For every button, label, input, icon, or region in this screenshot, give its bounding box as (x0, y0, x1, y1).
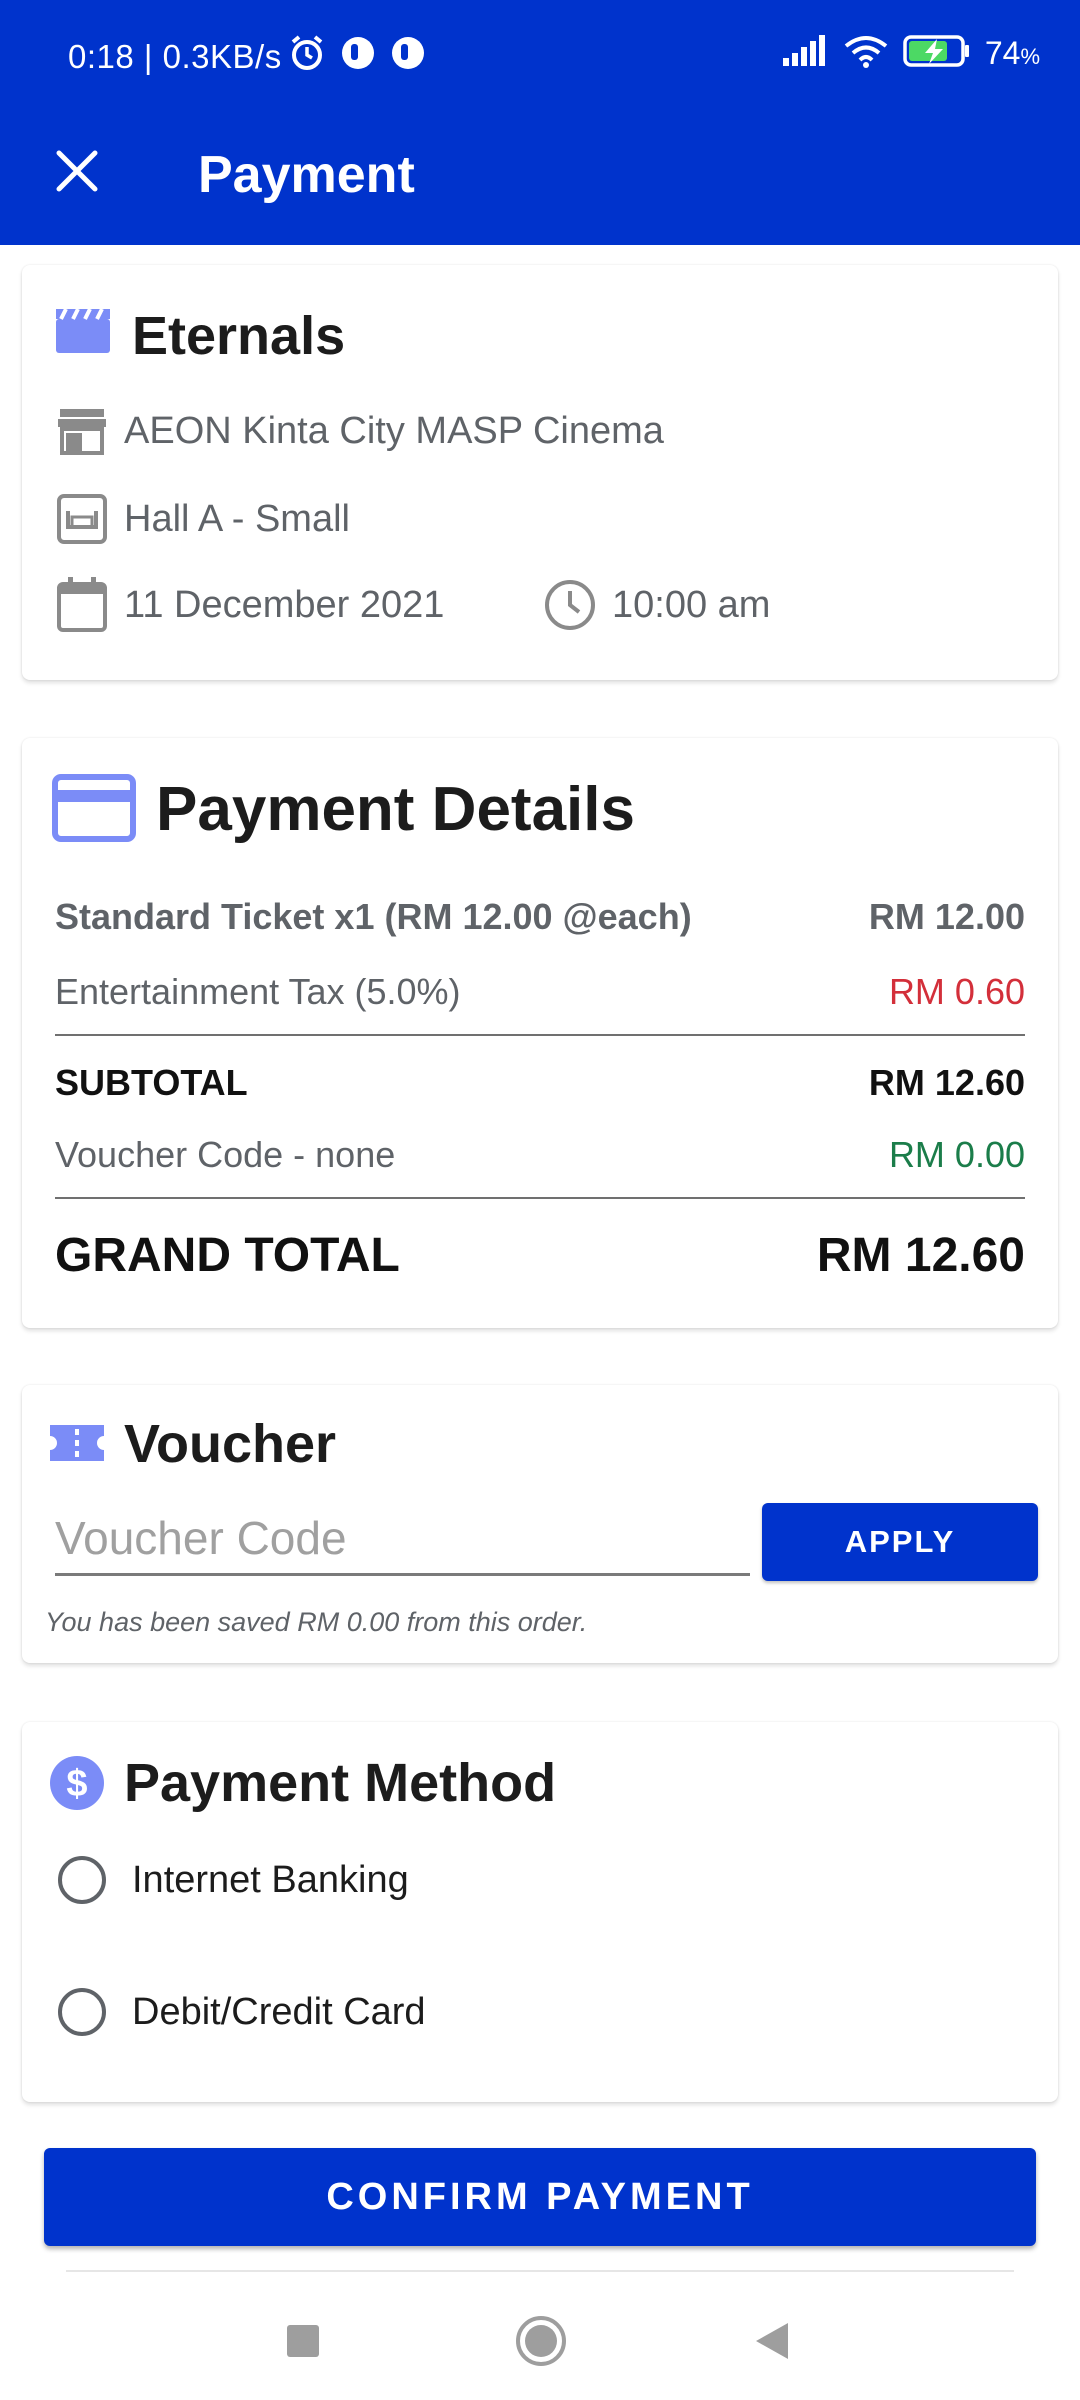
payment-method-title: Payment Method (124, 1753, 557, 1813)
credit-card-icon (52, 774, 136, 847)
grand-total-amount: RM 12.60 (816, 1229, 1025, 1282)
tax-line: Entertainment Tax (5.0%) RM 0.60 (55, 971, 1025, 1013)
movie-clapperboard-icon (54, 305, 112, 360)
app-notification-icon (340, 35, 376, 76)
divider (55, 1197, 1025, 1199)
divider (55, 1034, 1025, 1036)
hall-name: Hall A - Small (124, 497, 350, 540)
voucher-saved-note: You has been saved RM 0.00 from this ord… (45, 1607, 588, 1637)
back-triangle-icon (754, 2321, 792, 2366)
signal-icon (781, 34, 829, 73)
subtotal-amount: RM 12.60 (868, 1062, 1025, 1103)
back-button[interactable] (738, 2308, 808, 2378)
ticket-label: Standard Ticket x1 (RM 12.00 @each) (55, 896, 692, 937)
movie-title: Eternals (132, 306, 346, 366)
page-title: Payment (198, 146, 415, 204)
show-date: 11 December 2021 (124, 583, 445, 626)
time-row: 10:00 am (542, 577, 770, 633)
grand-total-line: GRAND TOTAL RM 12.60 (55, 1228, 1025, 1283)
cinema-row: AEON Kinta City MASP Cinema (54, 403, 664, 459)
subtotal-label: SUBTOTAL (55, 1062, 248, 1103)
voucher-title: Voucher (124, 1414, 337, 1474)
payment-option-card[interactable]: Debit/Credit Card (58, 1988, 426, 2036)
radio-label: Debit/Credit Card (132, 1990, 426, 2033)
ticket-amount: RM 12.00 (868, 896, 1025, 937)
tax-label: Entertainment Tax (5.0%) (55, 971, 461, 1012)
subtotal-line: SUBTOTAL RM 12.60 (55, 1062, 1025, 1104)
close-button[interactable] (46, 142, 108, 204)
radio-button[interactable] (58, 1856, 106, 1904)
radio-label: Internet Banking (132, 1858, 409, 1901)
ticket-line: Standard Ticket x1 (RM 12.00 @each) RM 1… (55, 896, 1025, 938)
payment-details-title: Payment Details (156, 775, 635, 844)
ticket-icon (48, 1421, 106, 1470)
hall-row: Hall A - Small (54, 491, 350, 547)
recents-button[interactable] (268, 2308, 338, 2378)
radio-button[interactable] (58, 1988, 106, 2036)
battery-charging-icon (903, 34, 971, 73)
square-icon (286, 2324, 320, 2363)
clock-icon (542, 577, 598, 633)
divider (66, 2270, 1014, 2272)
battery-level: 74 (984, 35, 1021, 71)
svg-text:$: $ (66, 1763, 87, 1805)
voucher-code-input[interactable] (55, 1503, 750, 1576)
voucher-card: Voucher APPLY You has been saved RM 0.00… (22, 1385, 1058, 1663)
storefront-icon (54, 403, 110, 459)
confirm-payment-button[interactable]: CONFIRM PAYMENT (44, 2148, 1036, 2246)
system-navigation-bar (0, 2280, 1080, 2400)
voucher-line: Voucher Code - none RM 0.00 (55, 1134, 1025, 1176)
payment-option-internet-banking[interactable]: Internet Banking (58, 1856, 409, 1904)
dollar-icon: $ (48, 1754, 106, 1817)
alarm-icon (288, 34, 326, 77)
show-time: 10:00 am (612, 583, 771, 626)
cinema-name: AEON Kinta City MASP Cinema (124, 409, 664, 452)
payment-method-card: $ Payment Method Internet Banking Debit/… (22, 1722, 1058, 2102)
app-notification-icon (390, 35, 426, 76)
tax-amount: RM 0.60 (888, 971, 1025, 1012)
seat-icon (54, 491, 110, 547)
wifi-icon (843, 34, 889, 73)
close-icon (55, 149, 99, 198)
payment-details-card: Payment Details Standard Ticket x1 (RM 1… (22, 738, 1058, 1328)
status-bar: 0:18 | 0.3KB/s 74% (0, 0, 1080, 120)
voucher-line-label: Voucher Code - none (55, 1134, 396, 1175)
battery-unit: % (1020, 44, 1040, 69)
status-time: 0:18 | 0.3KB/s (68, 38, 282, 75)
home-button[interactable] (506, 2308, 576, 2378)
date-row: 11 December 2021 (54, 577, 444, 633)
voucher-line-amount: RM 0.00 (888, 1134, 1025, 1175)
calendar-icon (54, 577, 110, 633)
circle-icon (514, 2314, 568, 2373)
apply-voucher-button[interactable]: APPLY (762, 1503, 1038, 1581)
movie-info-card: Eternals AEON Kinta City MASP Cinema Hal… (22, 265, 1058, 680)
grand-total-label: GRAND TOTAL (55, 1229, 400, 1282)
app-bar: Payment (0, 120, 1080, 245)
